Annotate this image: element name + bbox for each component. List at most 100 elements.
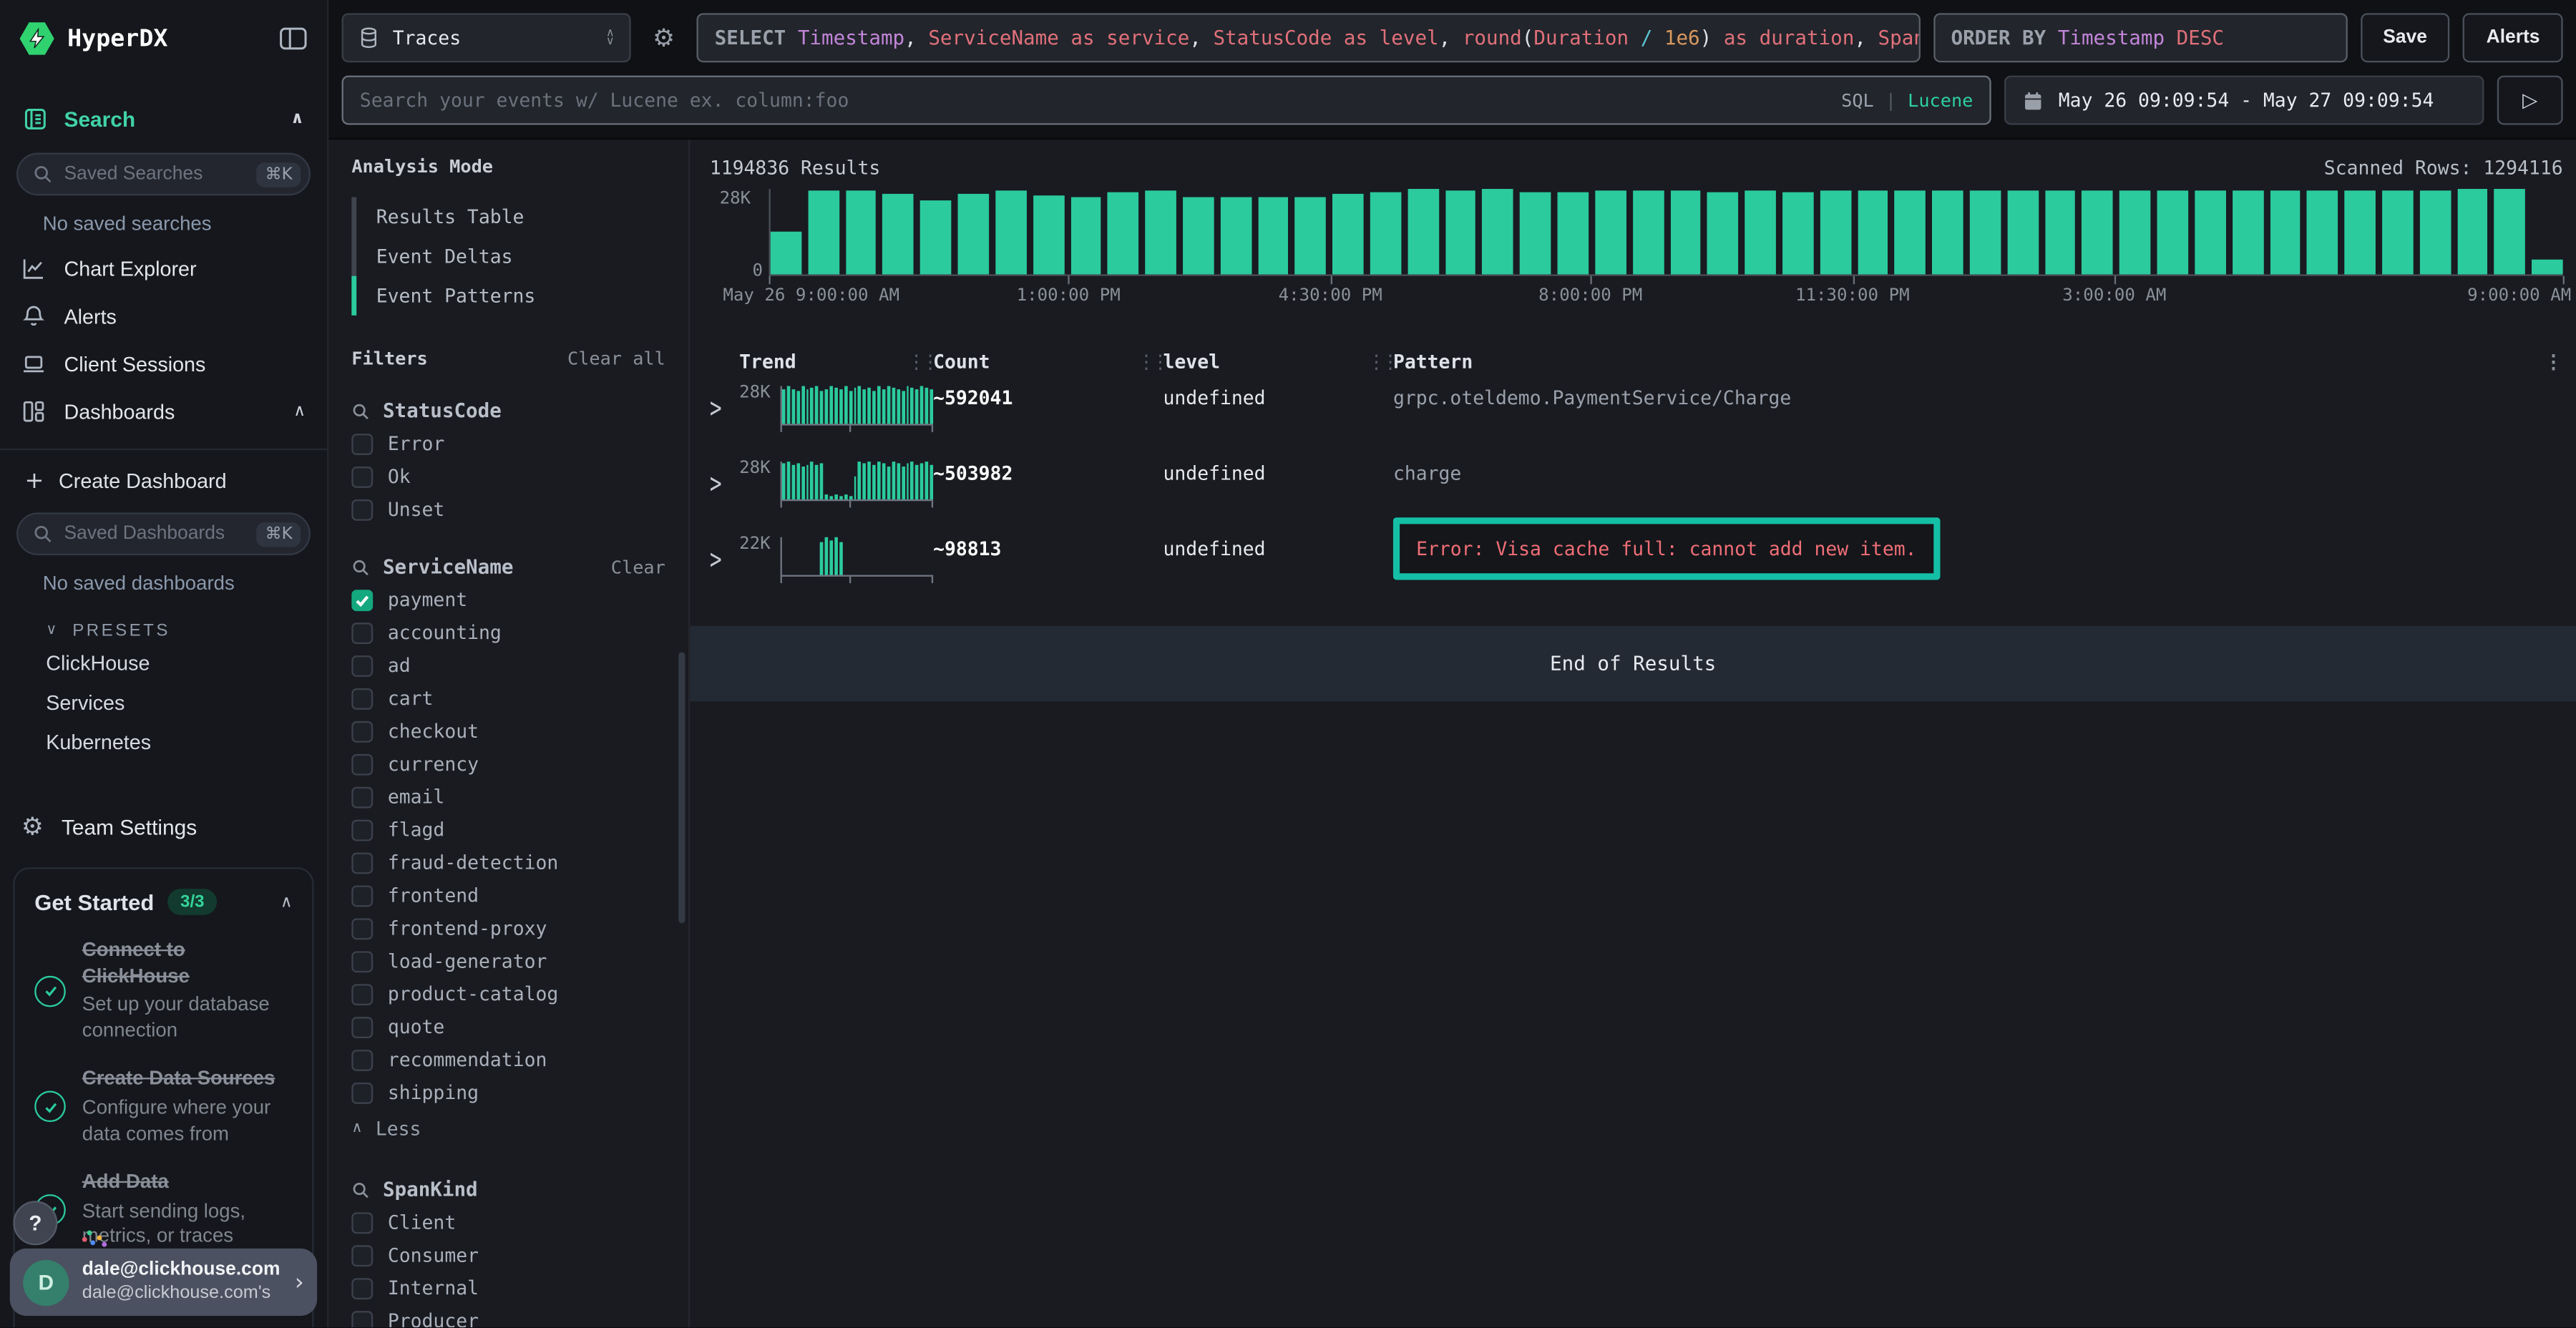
filter-option[interactable]: Ok xyxy=(351,460,688,493)
filter-option[interactable]: Unset xyxy=(351,493,688,526)
checkbox[interactable] xyxy=(351,1310,373,1327)
mode-event-patterns[interactable]: Event Patterns xyxy=(351,276,688,316)
histogram-bar[interactable] xyxy=(1407,190,1438,275)
checkbox[interactable] xyxy=(351,1016,373,1038)
sidebar-collapse-icon[interactable] xyxy=(279,26,307,51)
histogram-bar[interactable] xyxy=(1858,191,1888,275)
error-pattern-highlight[interactable]: Error: Visa cache full: cannot add new i… xyxy=(1393,517,1940,580)
date-range-picker[interactable]: May 26 09:09:54 - May 27 09:09:54 xyxy=(2004,76,2484,125)
checkbox[interactable] xyxy=(351,499,373,520)
histogram-bar[interactable] xyxy=(1220,197,1251,275)
filter-option[interactable]: cart xyxy=(351,682,688,715)
filter-option[interactable]: Producer xyxy=(351,1304,688,1327)
filter-option[interactable]: payment xyxy=(351,583,688,616)
get-started-step[interactable]: Create Data Sources Configure where your… xyxy=(34,1067,292,1147)
scrollbar-thumb[interactable] xyxy=(678,652,685,923)
show-less-toggle[interactable]: ∧Less xyxy=(351,1109,688,1148)
language-toggle-lucene[interactable]: Lucene xyxy=(1908,89,1973,111)
checkbox[interactable] xyxy=(351,983,373,1005)
column-drag-handle[interactable]: ⋮⋮ xyxy=(1137,350,1165,373)
filter-option[interactable]: Error xyxy=(351,427,688,460)
histogram-bar[interactable] xyxy=(1707,192,1738,274)
row-expand-chevron[interactable]: > xyxy=(710,386,742,426)
filter-option[interactable]: flagd xyxy=(351,813,688,846)
sidebar-item-chart-explorer[interactable]: Chart Explorer xyxy=(0,245,327,293)
chevron-up-icon[interactable]: ∧ xyxy=(293,403,306,421)
row-expand-chevron[interactable]: > xyxy=(710,462,742,501)
histogram-bar[interactable] xyxy=(1483,190,1513,275)
histogram-bar[interactable] xyxy=(958,194,989,274)
sql-select-editor[interactable]: SELECT Timestamp, ServiceName as service… xyxy=(696,13,1919,62)
chevron-up-icon[interactable]: ∧ xyxy=(291,110,304,128)
histogram-bar[interactable] xyxy=(2119,191,2150,274)
filter-option[interactable]: recommendation xyxy=(351,1043,688,1076)
histogram-bar[interactable] xyxy=(1632,190,1663,274)
save-button[interactable]: Save xyxy=(2360,13,2450,62)
sidebar-item-dashboards[interactable]: Dashboards ∧ xyxy=(0,388,327,436)
event-search-input[interactable]: Search your events w/ Lucene ex. column:… xyxy=(342,76,1991,125)
histogram-bar[interactable] xyxy=(2307,190,2338,275)
column-header-count[interactable]: ⋮⋮Count xyxy=(933,350,1163,373)
filter-option[interactable]: email xyxy=(351,781,688,814)
histogram-bar[interactable] xyxy=(2532,259,2562,274)
sidebar-item-team-settings[interactable]: ⚙ Team Settings xyxy=(0,799,327,854)
alerts-button[interactable]: Alerts xyxy=(2463,13,2562,62)
order-by-editor[interactable]: ORDER BY Timestamp DESC xyxy=(1933,13,2347,62)
column-header-pattern[interactable]: ⋮⋮Pattern xyxy=(1393,350,2533,373)
histogram-bar[interactable] xyxy=(808,190,839,274)
checkbox[interactable] xyxy=(351,589,373,610)
column-drag-handle[interactable]: ⋮⋮ xyxy=(907,350,935,373)
histogram-bar[interactable] xyxy=(1595,191,1626,274)
create-dashboard-button[interactable]: + Create Dashboard xyxy=(0,456,327,506)
histogram-bar[interactable] xyxy=(846,190,877,274)
sidebar-item-preset-clickhouse[interactable]: ClickHouse xyxy=(0,644,327,683)
help-button[interactable]: ? xyxy=(13,1201,57,1245)
filter-option[interactable]: currency xyxy=(351,748,688,781)
checkbox[interactable] xyxy=(351,1082,373,1103)
histogram-bar[interactable] xyxy=(771,232,801,275)
filter-group-clear[interactable]: Clear xyxy=(611,556,688,577)
histogram-bar[interactable] xyxy=(1932,190,1963,275)
histogram-bar[interactable] xyxy=(883,193,914,274)
histogram-bar[interactable] xyxy=(1295,197,1326,275)
filter-option[interactable]: frontend-proxy xyxy=(351,912,688,944)
checkbox[interactable] xyxy=(351,1277,373,1299)
row-expand-chevron[interactable]: > xyxy=(710,537,742,577)
column-drag-handle[interactable]: ⋮⋮ xyxy=(1367,350,1395,373)
histogram-bar[interactable] xyxy=(2419,191,2450,274)
run-query-button[interactable]: ▷ xyxy=(2497,76,2563,125)
histogram-bar[interactable] xyxy=(1332,193,1363,274)
table-options-icon[interactable]: ⋮ xyxy=(2533,350,2562,373)
filter-option[interactable]: Consumer xyxy=(351,1239,688,1271)
filter-option[interactable]: frontend xyxy=(351,879,688,912)
histogram-bar[interactable] xyxy=(1146,191,1176,274)
user-menu[interactable]: D dale@clickhouse.com dale@clickhouse.co… xyxy=(10,1249,317,1316)
histogram-bar[interactable] xyxy=(1370,192,1401,274)
histogram-bar[interactable] xyxy=(1108,192,1138,274)
checkbox[interactable] xyxy=(351,884,373,906)
checkbox[interactable] xyxy=(351,819,373,841)
column-header-trend[interactable]: Trend xyxy=(739,350,933,373)
source-select[interactable]: Traces ∧∨ xyxy=(342,13,631,62)
sidebar-item-search[interactable]: Search ∧ xyxy=(0,92,327,147)
histogram-bar[interactable] xyxy=(1445,190,1476,275)
table-row[interactable]: >28K~503982undefinedcharge xyxy=(710,449,2563,524)
clear-all-filters[interactable]: Clear all xyxy=(567,348,665,370)
checkbox[interactable] xyxy=(351,688,373,709)
column-header-level[interactable]: ⋮⋮level xyxy=(1163,350,1393,373)
mode-event-deltas[interactable]: Event Deltas xyxy=(351,237,688,276)
filter-option[interactable]: checkout xyxy=(351,715,688,748)
filter-option[interactable]: ad xyxy=(351,649,688,682)
sidebar-item-client-sessions[interactable]: Client Sessions xyxy=(0,340,327,388)
histogram-bar[interactable] xyxy=(1820,190,1850,274)
histogram-bar[interactable] xyxy=(1670,191,1701,274)
histogram-bar[interactable] xyxy=(1970,191,2001,274)
histogram-bar[interactable] xyxy=(2494,189,2525,274)
presets-toggle[interactable]: ∨ PRESETS xyxy=(0,605,327,644)
checkbox[interactable] xyxy=(351,786,373,808)
checkbox[interactable] xyxy=(351,753,373,775)
get-started-step[interactable]: Connect to ClickHouse Set up your databa… xyxy=(34,938,292,1044)
filter-option[interactable]: shipping xyxy=(351,1076,688,1109)
histogram-bar[interactable] xyxy=(1745,190,1776,275)
filter-option[interactable]: quote xyxy=(351,1010,688,1043)
